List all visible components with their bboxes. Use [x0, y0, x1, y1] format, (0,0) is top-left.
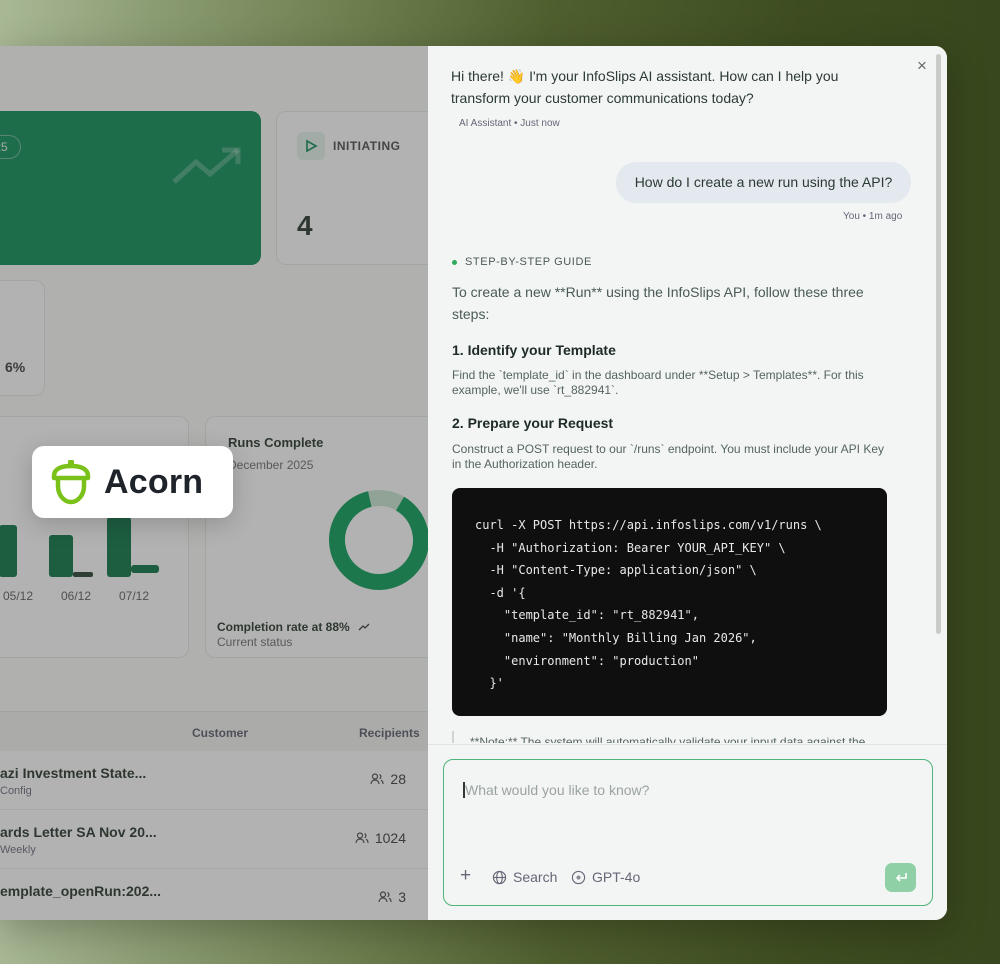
close-icon[interactable]: ×	[917, 57, 927, 74]
guide-label: STEP-BY-STEP GUIDE	[465, 256, 592, 268]
bar	[107, 517, 131, 577]
row-recipients: 3	[378, 889, 406, 905]
chat-input[interactable]: What would you like to know?	[465, 782, 649, 798]
assistant-meta: AI Assistant • Just now	[459, 118, 560, 129]
chat-input-box[interactable]: What would you like to know? + Search GP…	[443, 759, 933, 906]
chat-divider	[428, 744, 947, 745]
bar	[49, 535, 73, 577]
percent-card[interactable]: 6%	[0, 280, 45, 396]
tick-label: 06/12	[61, 589, 92, 603]
guide-dot	[452, 260, 457, 265]
users-icon	[355, 832, 369, 844]
acorn-logo-card: Acorn	[32, 446, 233, 518]
row-subtitle: Config	[0, 785, 32, 797]
tick-label: 07/12	[119, 589, 150, 603]
acorn-wordmark: Acorn	[104, 462, 204, 501]
globe-icon	[492, 870, 507, 884]
table-header: Customer Recipients	[0, 711, 428, 751]
note-quote: **Note:** The system will automatically …	[452, 731, 912, 743]
plus-icon[interactable]: +	[460, 866, 471, 885]
completion-footer: Completion rate at 88%	[217, 620, 370, 634]
trending-up-icon	[172, 147, 241, 184]
bar	[0, 525, 17, 577]
table-row[interactable]: ards Letter SA Nov 20... Weekly 1024	[0, 810, 428, 869]
percent-value: 6%	[5, 359, 26, 375]
row-title: ards Letter SA Nov 20...	[0, 824, 157, 840]
play-icon	[297, 132, 325, 160]
assistant-greeting: Hi there! 👋 I'm your InfoSlips AI assist…	[451, 68, 839, 106]
initiating-label: INITIATING	[333, 139, 401, 153]
initiating-value: 4	[297, 210, 313, 241]
date-pill: 2025	[0, 135, 21, 159]
users-icon	[378, 891, 392, 903]
acorn-icon	[51, 460, 91, 505]
scrollbar[interactable]	[936, 54, 941, 634]
bar-baseline	[131, 565, 159, 573]
user-meta: You • 1m ago	[843, 211, 903, 222]
row-title: emplate_openRun:202...	[0, 883, 162, 899]
search-toggle[interactable]: Search	[492, 869, 557, 885]
trend-icon	[358, 623, 370, 631]
step2-body: Construct a POST request to our `/runs` …	[452, 442, 885, 471]
code-text: curl -X POST https://api.infoslips.com/v…	[475, 518, 822, 691]
recipients-count: 28	[390, 771, 406, 787]
row-recipients: 1024	[355, 830, 406, 846]
note-text: **Note:** The system will automatically …	[470, 735, 866, 743]
column-header-recipients[interactable]: Recipients	[359, 726, 420, 740]
highlight-card[interactable]: 2025	[0, 111, 261, 265]
model-label: GPT-4o	[592, 869, 641, 885]
users-icon	[370, 773, 385, 785]
model-icon	[571, 870, 586, 884]
code-block[interactable]: curl -X POST https://api.infoslips.com/v…	[452, 488, 887, 716]
recipients-count: 3	[398, 889, 406, 905]
completion-subtext: Current status	[217, 635, 293, 649]
initiating-card[interactable]: INITIATING 4	[276, 111, 428, 265]
runs-complete-title: Runs Complete	[228, 435, 324, 450]
row-recipients: 28	[370, 771, 406, 787]
step1-title: 1. Identify your Template	[452, 342, 616, 358]
column-header-customer[interactable]: Customer	[192, 726, 248, 740]
model-selector[interactable]: GPT-4o	[571, 869, 640, 885]
user-message-bubble: How do I create a new run using the API?	[616, 162, 911, 203]
send-button[interactable]	[885, 863, 916, 892]
search-label: Search	[513, 869, 558, 885]
table-row[interactable]: azi Investment State... Config 28	[0, 751, 428, 810]
runs-complete-subtitle: December 2025	[228, 458, 314, 472]
table-row[interactable]: emplate_openRun:202... 3	[0, 869, 428, 920]
row-subtitle: Weekly	[0, 844, 36, 856]
step2-title: 2. Prepare your Request	[452, 415, 614, 431]
enter-icon	[895, 872, 907, 882]
recipients-count: 1024	[374, 830, 406, 846]
ai-chat-panel: × Hi there! 👋 I'm your InfoSlips AI assi…	[428, 46, 947, 920]
runs-complete-card: Runs Complete December 2025 Completion r…	[205, 416, 428, 658]
guide-intro: To create a new **Run** using the InfoSl…	[452, 284, 864, 322]
completion-text: Completion rate at 88%	[217, 620, 350, 634]
step1-body: Find the `template_id` in the dashboard …	[452, 368, 864, 397]
tick-label: 05/12	[3, 589, 34, 603]
completion-donut	[329, 490, 428, 590]
bar-baseline	[73, 572, 93, 577]
row-title: azi Investment State...	[0, 765, 147, 781]
